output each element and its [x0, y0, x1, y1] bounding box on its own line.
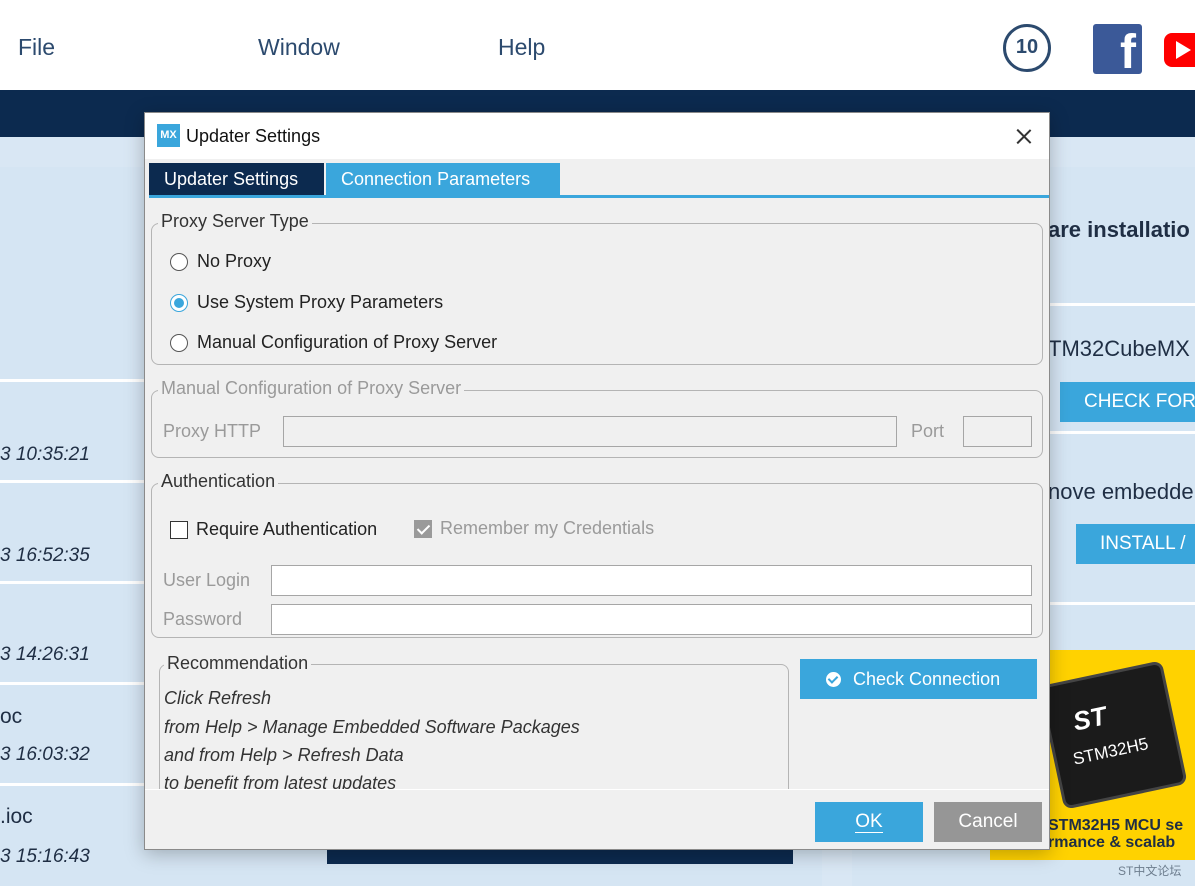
recommendation-line: and from Help > Refresh Data — [164, 745, 404, 765]
chip-label: STM32H5 — [1071, 734, 1151, 769]
tab-bar: Updater Settings Connection Parameters — [149, 163, 1049, 198]
system-proxy-label: Use System Proxy Parameters — [197, 292, 444, 312]
system-proxy-radio[interactable]: Use System Proxy Parameters — [170, 292, 443, 313]
radio-icon — [170, 252, 188, 271]
recent-project-row[interactable]: 3 16:52:35 — [0, 486, 160, 584]
recent-project-date: 3 16:52:35 — [0, 545, 90, 566]
recent-project-date: 3 15:16:43 — [0, 846, 90, 867]
recent-project-name: oc — [0, 705, 23, 728]
recent-project-row[interactable]: 3 14:26:31 — [0, 587, 160, 685]
close-icon[interactable] — [1009, 121, 1039, 151]
menu-help[interactable]: Help — [498, 34, 545, 61]
recent-project-name: .ioc — [0, 805, 33, 828]
no-proxy-label: No Proxy — [197, 251, 272, 271]
check-for-updates-button[interactable]: CHECK FOR — [1060, 382, 1195, 422]
dialog-title: Updater Settings — [186, 126, 321, 146]
cubemx-heading: TM32CubeMX — [1048, 336, 1190, 361]
st-logo-icon: ST — [1070, 700, 1110, 737]
manual-proxy-label: Manual Configuration of Proxy Server — [197, 332, 498, 352]
youtube-icon[interactable] — [1164, 33, 1195, 67]
port-input[interactable] — [963, 416, 1032, 447]
manual-config-legend: Manual Configuration of Proxy Server — [158, 378, 465, 399]
install-remove-button[interactable]: INSTALL / — [1076, 524, 1195, 564]
radio-selected-icon — [170, 293, 188, 312]
recent-project-date: 3 16:03:32 — [0, 744, 90, 765]
menu-window[interactable]: Window — [258, 34, 340, 61]
require-auth-label: Require Authentication — [196, 519, 378, 539]
dialog-titlebar[interactable]: MX Updater Settings — [145, 113, 1049, 159]
check-connection-button[interactable]: Check Connection — [800, 659, 1037, 699]
check-connection-label: Check Connection — [853, 668, 1001, 689]
recommendation-line: from Help > Manage Embedded Software Pac… — [164, 717, 580, 737]
anniversary-badge-label: 10 — [1015, 36, 1039, 58]
check-circle-icon — [826, 671, 841, 687]
recommendation-legend: Recommendation — [164, 653, 312, 674]
anniversary-badge-icon[interactable]: 10 — [1003, 24, 1051, 72]
radio-icon — [170, 333, 188, 352]
require-auth-checkbox[interactable]: Require Authentication — [170, 519, 377, 540]
user-login-label: User Login — [163, 570, 251, 590]
recent-project-row[interactable]: 3 10:35:21 — [0, 385, 160, 483]
menu-bar: File Window Help 10 f — [0, 0, 1195, 90]
recent-project-date: 3 14:26:31 — [0, 644, 90, 665]
watermark: ST中文论坛 — [1118, 864, 1182, 878]
remember-credentials-checkbox[interactable]: Remember my Credentials — [414, 518, 654, 539]
chip-image: ST STM32H5 — [1041, 663, 1185, 807]
recommendation-line: Click Refresh — [164, 688, 272, 708]
remember-credentials-label: Remember my Credentials — [440, 518, 655, 538]
tab-connection-parameters[interactable]: Connection Parameters — [326, 163, 560, 195]
menu-file[interactable]: File — [18, 34, 55, 61]
port-label: Port — [911, 421, 945, 441]
manual-config-group: Manual Configuration of Proxy Server Pro… — [151, 378, 1043, 458]
cancel-button[interactable]: Cancel — [934, 802, 1042, 842]
tab-updater-settings[interactable]: Updater Settings — [149, 163, 324, 195]
ok-button[interactable]: OK — [815, 802, 923, 842]
no-proxy-radio[interactable]: No Proxy — [170, 251, 271, 272]
updater-settings-dialog: MX Updater Settings Updater Settings Con… — [144, 112, 1050, 850]
embedded-heading: nove embedde — [1048, 479, 1194, 504]
user-login-input[interactable] — [271, 565, 1032, 596]
checkbox-icon — [170, 520, 188, 539]
advert-line-1: STM32H5 MCU se — [1048, 817, 1184, 834]
facebook-icon[interactable]: f — [1093, 24, 1142, 79]
authentication-legend: Authentication — [158, 471, 279, 492]
password-input[interactable] — [271, 604, 1032, 635]
mx-app-icon: MX — [157, 124, 180, 147]
checkbox-checked-icon — [414, 519, 432, 538]
authentication-group: Authentication Require Authentication Re… — [151, 471, 1043, 638]
ok-label: OK — [855, 811, 883, 833]
proxy-type-legend: Proxy Server Type — [158, 211, 312, 232]
install-heading: are installatio — [1048, 217, 1190, 242]
manual-proxy-radio[interactable]: Manual Configuration of Proxy Server — [170, 332, 497, 353]
proxy-http-input[interactable] — [283, 416, 897, 447]
advert-line-2: rmance & scalab — [1048, 834, 1176, 851]
recent-project-row[interactable]: .ioc 3 15:16:43 — [0, 789, 160, 886]
recent-project-row[interactable]: oc 3 16:03:32 — [0, 688, 160, 786]
proxy-http-label: Proxy HTTP — [163, 421, 262, 441]
dialog-footer: OK Cancel — [145, 789, 1049, 849]
proxy-type-group: Proxy Server Type No Proxy Use System Pr… — [151, 211, 1043, 365]
recent-project-date: 3 10:35:21 — [0, 444, 90, 465]
password-label: Password — [163, 609, 243, 629]
